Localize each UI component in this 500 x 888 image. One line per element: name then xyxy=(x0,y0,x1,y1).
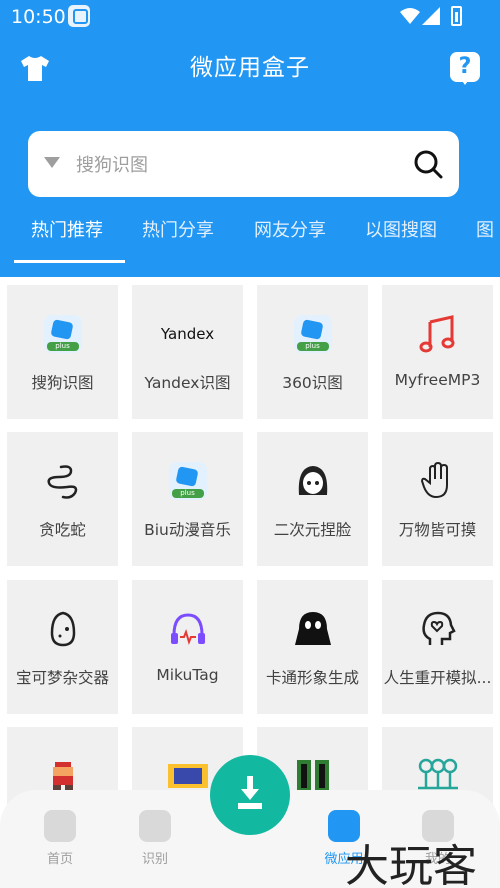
app-label: 人生重开模拟... xyxy=(383,669,492,687)
notification-app-icon xyxy=(68,5,90,27)
app-card[interactable]: 万物皆可摸 xyxy=(382,432,493,566)
tab-indicator xyxy=(14,260,125,263)
app-label: MikuTag xyxy=(156,666,219,684)
music-note-icon xyxy=(419,315,454,353)
app-card[interactable]: 搜狗识图 xyxy=(7,285,118,419)
app-card[interactable]: Biu动漫音乐 xyxy=(132,432,243,566)
home-icon xyxy=(44,810,76,842)
snake-icon xyxy=(46,465,77,499)
search-bar[interactable]: 搜狗识图 xyxy=(28,131,459,197)
tab-more[interactable]: 图 xyxy=(476,216,494,242)
nav-label: 识别 xyxy=(141,852,168,867)
app-card[interactable]: 卡通形象生成 xyxy=(257,580,368,714)
egg-icon xyxy=(50,611,75,647)
dropdown-triangle-icon[interactable] xyxy=(44,157,60,168)
bag-icon xyxy=(139,810,171,842)
ghost-icon xyxy=(294,612,331,645)
wifi-icon xyxy=(400,8,420,24)
app-label: 万物皆可摸 xyxy=(398,521,477,539)
plus-app-icon xyxy=(43,315,82,353)
tab-image-search[interactable]: 以图搜图 xyxy=(365,216,437,242)
app-label: MyfreeMP3 xyxy=(394,371,481,389)
headphones-icon xyxy=(170,613,205,646)
app-label: 宝可梦杂交器 xyxy=(15,669,109,687)
app-card[interactable]: MikuTag xyxy=(132,580,243,714)
tab-hot-recommend[interactable]: 热门推荐 xyxy=(31,216,103,242)
search-placeholder[interactable]: 搜狗识图 xyxy=(76,151,148,177)
app-label: 贪吃蛇 xyxy=(39,521,86,539)
anime-face-icon xyxy=(298,466,327,495)
search-icon[interactable] xyxy=(413,149,443,179)
head-heart-icon xyxy=(421,611,456,645)
yandex-logo-icon: Yandex xyxy=(160,325,215,343)
app-card[interactable]: 宝可梦杂交器 xyxy=(7,580,118,714)
app-label: Biu动漫音乐 xyxy=(144,521,231,539)
download-button[interactable] xyxy=(210,755,290,835)
app-label: 二次元捏脸 xyxy=(273,521,352,539)
status-time: 10:50 xyxy=(11,6,66,28)
app-card[interactable]: 人生重开模拟... xyxy=(382,580,493,714)
tab-user-share[interactable]: 网友分享 xyxy=(254,216,326,242)
app-card[interactable]: 贪吃蛇 xyxy=(7,432,118,566)
status-bar: 10:50 xyxy=(0,0,500,34)
tab-hot-share[interactable]: 热门分享 xyxy=(142,216,214,242)
app-card[interactable]: MyfreeMP3 xyxy=(382,285,493,419)
battery-icon xyxy=(451,6,462,26)
nav-recognize[interactable]: 识别 xyxy=(115,810,195,867)
watermark: 大玩客 xyxy=(345,841,477,888)
category-tabs: 热门推荐 热门分享 网友分享 以图搜图 图 xyxy=(0,216,500,266)
app-label: 360识图 xyxy=(282,374,343,392)
nav-label: 首页 xyxy=(46,852,73,867)
app-card[interactable]: 360识图 xyxy=(257,285,368,419)
app-card[interactable]: Yandex Yandex识图 xyxy=(132,285,243,419)
help-icon: ? xyxy=(458,54,472,79)
app-card[interactable]: 二次元捏脸 xyxy=(257,432,368,566)
plus-app-icon xyxy=(168,462,207,500)
app-label: Yandex识图 xyxy=(144,374,231,392)
app-label: 搜狗识图 xyxy=(31,374,94,392)
app-label: 卡通形象生成 xyxy=(265,669,359,687)
nav-home[interactable]: 首页 xyxy=(20,810,100,867)
page-title: 微应用盒子 xyxy=(190,55,310,81)
hand-icon xyxy=(420,461,448,499)
plus-app-icon xyxy=(293,315,332,353)
help-button[interactable]: ? xyxy=(450,52,480,85)
signal-icon xyxy=(422,7,440,25)
